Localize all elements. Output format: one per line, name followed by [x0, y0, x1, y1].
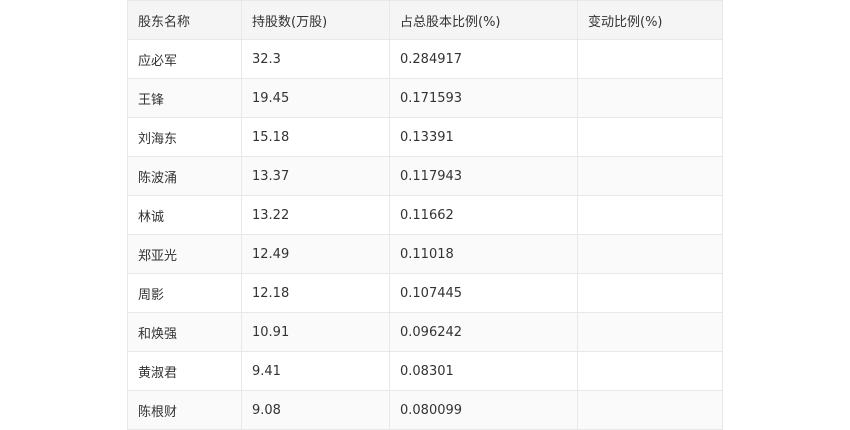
table-row: 和焕强 10.91 0.096242 [127, 312, 723, 352]
table-header-row: 股东名称 持股数(万股) 占总股本比例(%) 变动比例(%) [127, 0, 723, 40]
cell-share-ratio: 0.107445 [389, 273, 578, 313]
table-row: 林诚 13.22 0.11662 [127, 195, 723, 235]
cell-share-ratio: 0.096242 [389, 312, 578, 352]
cell-shares-held: 13.22 [241, 195, 390, 235]
cell-share-ratio: 0.080099 [389, 390, 578, 430]
cell-change-ratio [577, 195, 723, 235]
cell-change-ratio [577, 234, 723, 274]
cell-shareholder-name: 刘海东 [127, 117, 242, 157]
table-row: 陈根财 9.08 0.080099 [127, 390, 723, 430]
cell-shareholder-name: 陈根财 [127, 390, 242, 430]
cell-share-ratio: 0.11662 [389, 195, 578, 235]
cell-shares-held: 10.91 [241, 312, 390, 352]
cell-shares-held: 32.3 [241, 39, 390, 79]
cell-shares-held: 12.49 [241, 234, 390, 274]
header-shareholder-name: 股东名称 [127, 0, 242, 40]
cell-share-ratio: 0.13391 [389, 117, 578, 157]
table-row: 周影 12.18 0.107445 [127, 273, 723, 313]
cell-change-ratio [577, 39, 723, 79]
table-row: 应必军 32.3 0.284917 [127, 39, 723, 79]
cell-change-ratio [577, 312, 723, 352]
cell-change-ratio [577, 351, 723, 391]
cell-shares-held: 19.45 [241, 78, 390, 118]
header-shares-held: 持股数(万股) [241, 0, 390, 40]
shareholder-table: 股东名称 持股数(万股) 占总股本比例(%) 变动比例(%) 应必军 32.3 … [127, 0, 723, 430]
cell-shareholder-name: 周影 [127, 273, 242, 313]
cell-change-ratio [577, 390, 723, 430]
cell-shareholder-name: 和焕强 [127, 312, 242, 352]
cell-share-ratio: 0.284917 [389, 39, 578, 79]
table-row: 王锋 19.45 0.171593 [127, 78, 723, 118]
cell-share-ratio: 0.08301 [389, 351, 578, 391]
cell-share-ratio: 0.117943 [389, 156, 578, 196]
cell-change-ratio [577, 156, 723, 196]
cell-shares-held: 9.08 [241, 390, 390, 430]
cell-shareholder-name: 陈波涌 [127, 156, 242, 196]
cell-shareholder-name: 应必军 [127, 39, 242, 79]
cell-share-ratio: 0.11018 [389, 234, 578, 274]
cell-shareholder-name: 黄淑君 [127, 351, 242, 391]
cell-shareholder-name: 林诚 [127, 195, 242, 235]
table-row: 郑亚光 12.49 0.11018 [127, 234, 723, 274]
cell-shareholder-name: 王锋 [127, 78, 242, 118]
header-change-ratio: 变动比例(%) [577, 0, 723, 40]
shareholder-table-container: 股东名称 持股数(万股) 占总股本比例(%) 变动比例(%) 应必军 32.3 … [127, 0, 723, 430]
cell-change-ratio [577, 117, 723, 157]
cell-share-ratio: 0.171593 [389, 78, 578, 118]
cell-shareholder-name: 郑亚光 [127, 234, 242, 274]
cell-change-ratio [577, 273, 723, 313]
cell-shares-held: 9.41 [241, 351, 390, 391]
cell-shares-held: 13.37 [241, 156, 390, 196]
table-row: 黄淑君 9.41 0.08301 [127, 351, 723, 391]
table-row: 陈波涌 13.37 0.117943 [127, 156, 723, 196]
header-share-ratio: 占总股本比例(%) [389, 0, 578, 40]
cell-shares-held: 12.18 [241, 273, 390, 313]
cell-shares-held: 15.18 [241, 117, 390, 157]
cell-change-ratio [577, 78, 723, 118]
table-row: 刘海东 15.18 0.13391 [127, 117, 723, 157]
